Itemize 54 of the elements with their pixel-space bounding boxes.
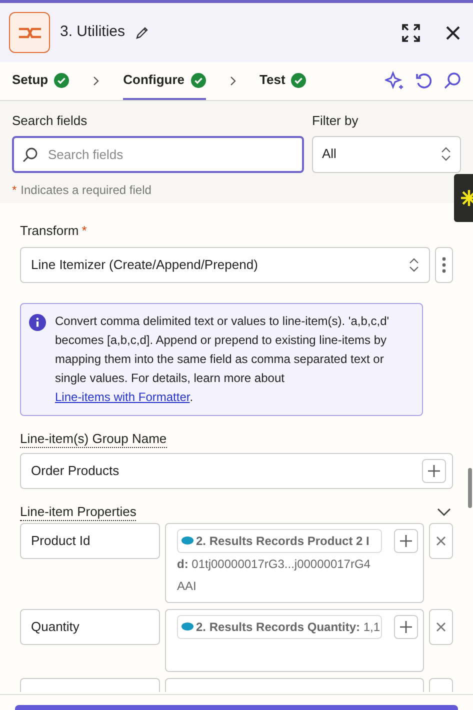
step-tab[interactable]: Test bbox=[260, 62, 306, 100]
key-field[interactable]: Quantity bbox=[20, 609, 160, 645]
filter-select[interactable]: All bbox=[312, 136, 461, 172]
chevron-icon bbox=[228, 76, 238, 86]
value-field[interactable]: 2. Results Records Quantity: 1,1 bbox=[165, 609, 424, 672]
plus-icon bbox=[399, 534, 413, 548]
kebab-icon bbox=[442, 257, 446, 273]
sort-arrows-icon bbox=[441, 147, 451, 161]
mapped-value-text: d: 01tj00000017rG3...j00000017rG4 bbox=[177, 556, 372, 573]
remove-button[interactable] bbox=[429, 523, 453, 559]
value-field[interactable]: 2. Results Records Product 2 I d: 01tj00000017rG3...j00000017rG4 AAI bbox=[165, 523, 424, 603]
sparkle-icon[interactable] bbox=[385, 71, 405, 91]
required-note: Indicates a required field bbox=[20, 182, 152, 198]
close-icon bbox=[436, 622, 446, 632]
add-button[interactable] bbox=[394, 529, 418, 553]
transform-select[interactable]: Line Itemizer (Create/Append/Prepend) bbox=[20, 247, 430, 283]
chevron-icon bbox=[91, 76, 102, 86]
field-label: Line-item(s) Group Name bbox=[20, 430, 167, 448]
info-text: Convert comma delimited text or values to line-item(s). 'a,b,c,d' becomes [a,b,c,d]. Append or prepend to existing line-items by mapping them into the same field as comma separated text or single values. For details, learn more about Line-items with Formatter. bbox=[55, 313, 390, 406]
scrollbar-thumb bbox=[468, 468, 472, 508]
add-button[interactable] bbox=[422, 459, 446, 483]
required-mark: * bbox=[82, 222, 87, 240]
info-icon bbox=[29, 314, 46, 331]
mapped-value-text: AAI bbox=[177, 578, 198, 595]
sort-arrows-icon bbox=[409, 258, 419, 272]
help-link[interactable]: Line-items with Formatter bbox=[55, 390, 190, 404]
mapped-value-text: 2. Results Records Product 2 I bbox=[177, 529, 382, 553]
field-label: Line-item Properties bbox=[20, 503, 136, 521]
undo-icon[interactable] bbox=[415, 72, 433, 90]
assistant-badge-icon[interactable] bbox=[454, 174, 473, 222]
field-label: Search fields bbox=[12, 112, 88, 130]
step-tab[interactable]: Setup bbox=[12, 62, 70, 100]
plus-icon bbox=[399, 620, 413, 634]
pencil-icon[interactable] bbox=[135, 26, 150, 40]
expand-icon[interactable] bbox=[402, 24, 420, 42]
plus-icon bbox=[427, 464, 441, 478]
field-label: Filter by bbox=[312, 112, 360, 130]
add-button[interactable] bbox=[394, 615, 418, 639]
required-mark: * bbox=[12, 182, 17, 198]
field-label: Transform bbox=[20, 222, 79, 240]
group-name-field[interactable]: Order Products bbox=[20, 453, 453, 489]
close-icon[interactable] bbox=[446, 26, 460, 40]
more-button[interactable] bbox=[435, 247, 453, 283]
app-logo-icon bbox=[9, 12, 50, 53]
close-icon bbox=[436, 536, 446, 546]
key-field[interactable]: Product Id bbox=[20, 523, 160, 559]
mapped-value-text: 2. Results Records Quantity: 1,1 bbox=[177, 615, 382, 639]
search-icon[interactable] bbox=[443, 72, 461, 90]
step-title: 3. Utilities bbox=[60, 22, 126, 42]
chevron-down-icon[interactable] bbox=[437, 507, 451, 517]
search-icon bbox=[22, 146, 38, 162]
field-value: Order Products bbox=[31, 462, 120, 480]
search-field[interactable]: Search fields bbox=[12, 136, 304, 172]
remove-button[interactable] bbox=[429, 609, 453, 645]
